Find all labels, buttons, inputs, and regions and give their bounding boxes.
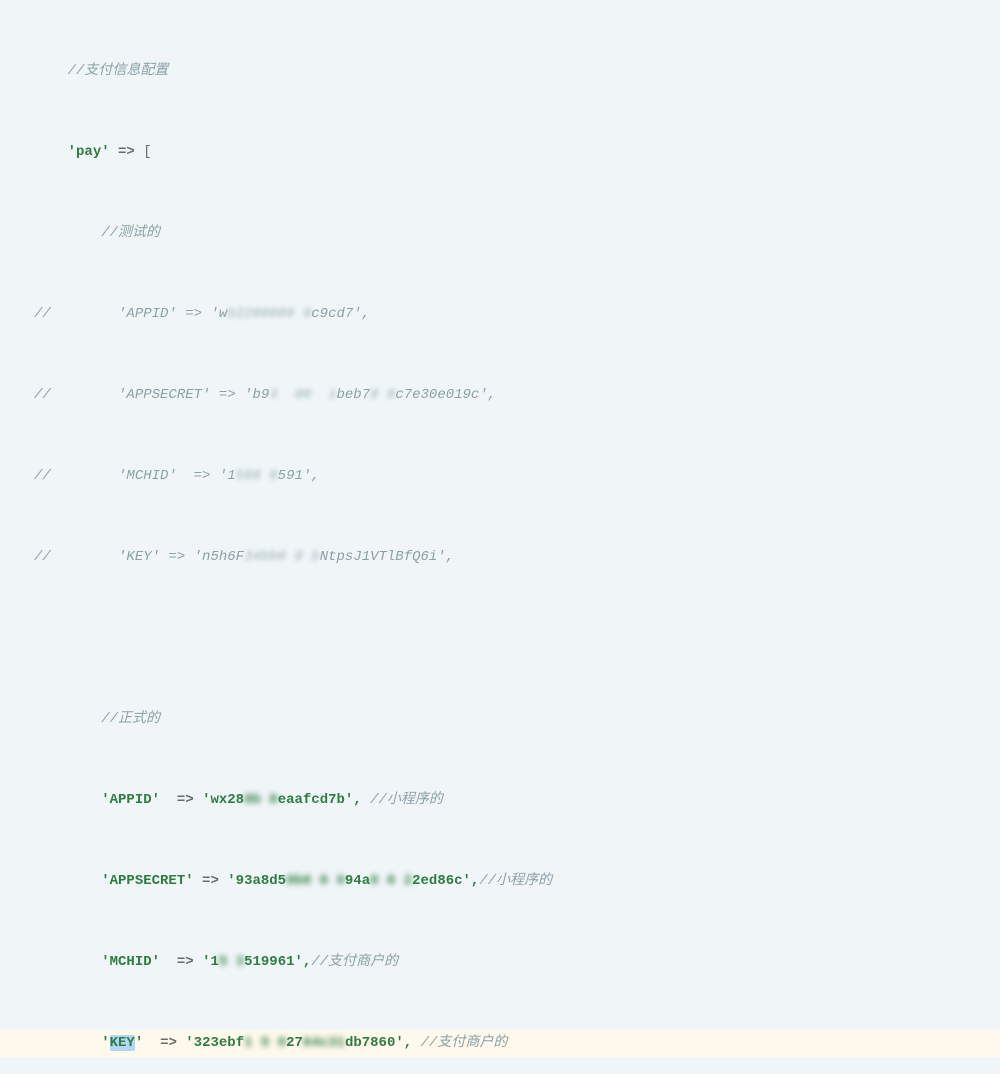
code-line: //正式的	[0, 706, 1000, 733]
key-text: 'APPSECRET'	[101, 873, 193, 889]
value-text: 'wx288b 8eaafcd7b',	[202, 792, 362, 808]
val-pre: '1	[202, 954, 219, 970]
operator: =>	[160, 1035, 177, 1051]
inline-comment: //支付商户的	[311, 954, 398, 970]
inline-comment: //支付商户的	[421, 1035, 508, 1051]
comment: //支付信息配置	[68, 63, 169, 79]
value-text: 'b93 00 1beb78 8c7e30e019c',	[244, 387, 496, 403]
value-text: 'wb2200009 9c9cd7',	[210, 306, 370, 322]
code-line: 'APPSECRET' => '93a8d50b0 0 094a0 0 22ed…	[0, 868, 1000, 895]
code-line: 'pay' => [	[0, 139, 1000, 166]
inline-comment: //小程序的	[370, 792, 443, 808]
code-line: //支付信息配置	[0, 58, 1000, 85]
value-text: 'n5h6F34bb0 0 bNtpsJ1VTlBfQ6i',	[194, 549, 454, 565]
operator: =>	[202, 873, 219, 889]
commented-code: 'APPSECRET' => 'b93 00 1beb78 8c7e30e019…	[118, 387, 496, 403]
commented-code: 'APPID' => 'wb2200009 9c9cd7',	[118, 306, 370, 322]
operator: =>	[177, 954, 194, 970]
value-text: '323ebf1 5 02764c31db7860',	[185, 1035, 412, 1051]
val-pre: 'wx28	[202, 792, 244, 808]
key-text: 'KEY'	[118, 549, 160, 565]
blurred-text: 1 5 0	[244, 1035, 286, 1051]
key-text: 'APPID'	[101, 792, 160, 808]
code-line: // 'APPSECRET' => 'b93 00 1beb78 8c7e30e…	[0, 382, 1000, 409]
value-text: '93a8d50b0 0 094a0 0 22ed86c',	[227, 873, 479, 889]
key-text: 'APPID'	[118, 306, 177, 322]
val-mid: beb7	[336, 387, 370, 403]
code-line: // 'APPID' => 'wb2200009 9c9cd7',	[0, 301, 1000, 328]
code-line: // 'KEY' => 'n5h6F34bb0 0 bNtpsJ1VTlBfQ6…	[0, 544, 1000, 571]
val-post: 519961',	[244, 954, 311, 970]
code-line-highlighted: 'KEY' => '323ebf1 5 02764c31db7860', //支…	[0, 1030, 1000, 1057]
commented-code: 'KEY' => 'n5h6F34bb0 0 bNtpsJ1VTlBfQ6i',	[118, 549, 454, 565]
blurred-text: 5 3	[219, 954, 244, 970]
selected-text: KEY	[110, 1035, 135, 1051]
line-commented-marker: //	[34, 544, 51, 571]
key-text: 'KEY'	[101, 1035, 143, 1051]
blurred-text: 8b 8	[244, 792, 278, 808]
key-text: 'MCHID'	[118, 468, 177, 484]
code-line: //测试的	[0, 220, 1000, 247]
val-pre: '93a8d5	[227, 873, 286, 889]
val-pre: 'b9	[244, 387, 269, 403]
val-mid: 94a	[345, 873, 370, 889]
blurred-text: 3 00 1	[269, 387, 336, 403]
val-post: c7e30e019c',	[395, 387, 496, 403]
blurred-text: 0 0 2	[370, 873, 412, 889]
blurred-text: b2200009 9	[227, 306, 311, 322]
line-commented-marker: //	[34, 382, 51, 409]
val-post: c9cd7',	[311, 306, 370, 322]
val-pre: '323ebf	[185, 1035, 244, 1051]
inline-comment: //小程序的	[479, 873, 552, 889]
comment: //测试的	[101, 225, 160, 241]
operator: =>	[177, 792, 194, 808]
operator: =>	[118, 144, 135, 160]
blurred-text: 64c31	[303, 1035, 345, 1051]
val-pre: 'w	[210, 306, 227, 322]
val-post: 2ed86c',	[412, 873, 479, 889]
key-text: 'MCHID'	[101, 954, 160, 970]
value-text: '1588 8591',	[219, 468, 320, 484]
bracket: [	[143, 144, 151, 160]
commented-code: 'MCHID' => '1588 8591',	[118, 468, 320, 484]
line-commented-marker: //	[34, 301, 51, 328]
code-line: 'APPID' => 'wx288b 8eaafcd7b', //小程序的	[0, 787, 1000, 814]
code-line: 'MCHID' => '15 3519961',//支付商户的	[0, 949, 1000, 976]
val-post: eaafcd7b',	[278, 792, 362, 808]
code-block: //支付信息配置 'pay' => [ //测试的 // 'APPID' => …	[0, 0, 1000, 1074]
array-key: 'pay'	[68, 144, 110, 160]
code-line	[0, 625, 1000, 652]
val-post: NtpsJ1VTlBfQ6i',	[320, 549, 454, 565]
val-pre: '1	[219, 468, 236, 484]
val-pre: 'n5h6F	[194, 549, 244, 565]
val-post: db7860',	[345, 1035, 412, 1051]
blurred-text: 588 8	[236, 468, 278, 484]
blurred-text: 34bb0 0 b	[244, 549, 320, 565]
code-line: // 'MCHID' => '1588 8591',	[0, 463, 1000, 490]
value-text: '15 3519961',	[202, 954, 311, 970]
blurred-text: 0b0 0 0	[286, 873, 345, 889]
key-text: 'APPSECRET'	[118, 387, 210, 403]
comment: //正式的	[101, 711, 160, 727]
blurred-text: 8 8	[370, 387, 395, 403]
val-mid: 27	[286, 1035, 303, 1051]
line-commented-marker: //	[34, 463, 51, 490]
val-post: 591',	[278, 468, 320, 484]
